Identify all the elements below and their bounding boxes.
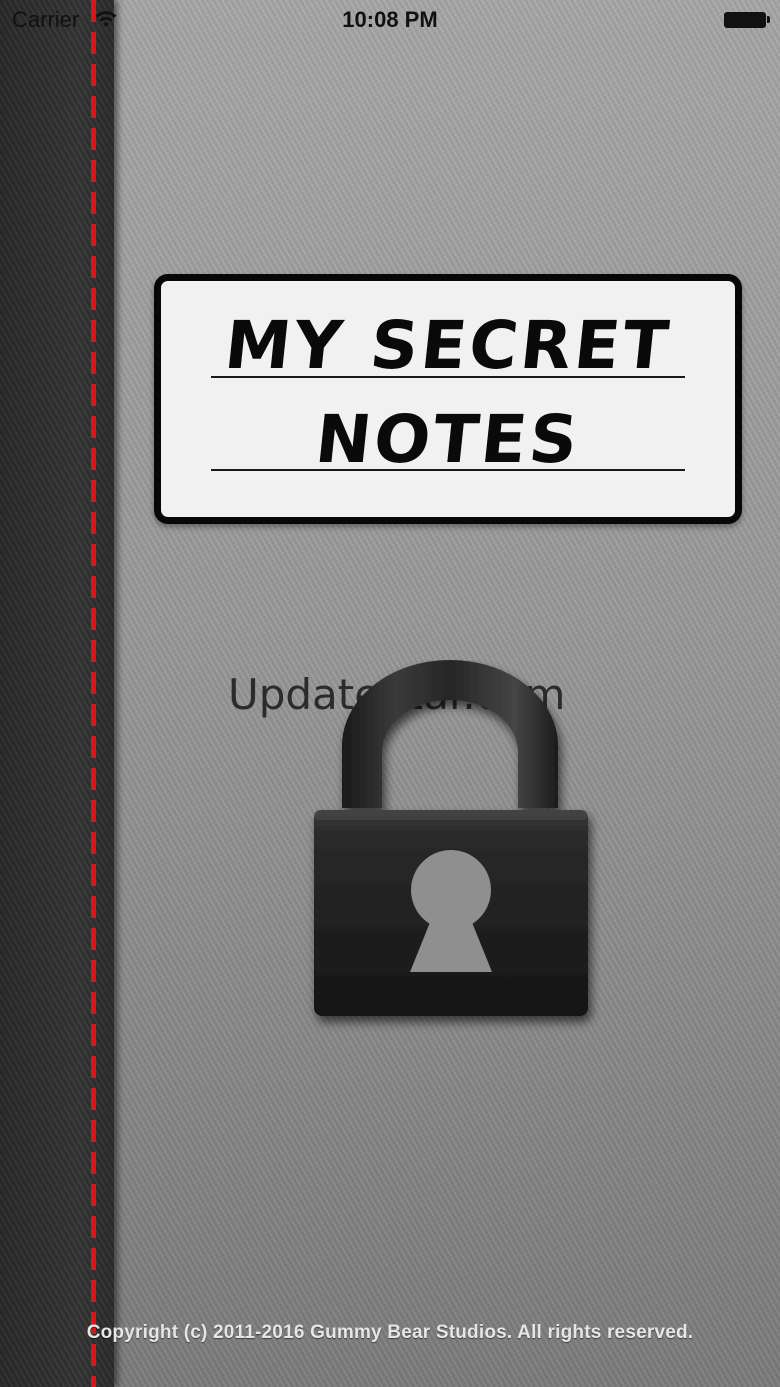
title-line-2: NOTES	[311, 401, 585, 478]
notebook-spine	[0, 0, 114, 1387]
status-time: 10:08 PM	[342, 7, 438, 32]
lock-screen: Carrier 10:08 PM MY SECRET NOTES UpdateS…	[0, 0, 780, 1387]
red-stitching	[91, 0, 96, 1387]
status-bar: Carrier 10:08 PM	[0, 0, 780, 40]
copyright-text: Copyright (c) 2011-2016 Gummy Bear Studi…	[86, 1322, 694, 1343]
battery-icon	[724, 12, 770, 28]
padlock-icon[interactable]	[300, 660, 600, 1040]
title-label-card: MY SECRET NOTES	[154, 274, 742, 524]
label-rule-2	[211, 469, 685, 471]
label-rule-1	[211, 376, 685, 378]
title-line-1: MY SECRET	[221, 307, 675, 384]
